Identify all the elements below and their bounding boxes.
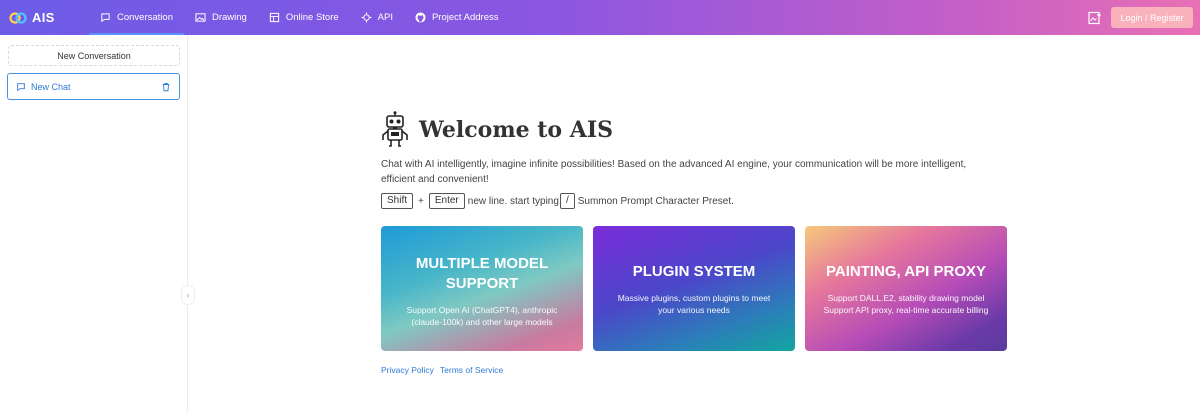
card-desc: Support Open AI (ChatGPT4), anthropic (c… <box>406 304 558 327</box>
top-navigation-bar: AIS Conversation Drawing Online Store AP… <box>0 0 1200 35</box>
login-register-button[interactable]: Login / Register <box>1111 7 1193 28</box>
chat-list-item[interactable]: New Chat <box>7 73 180 100</box>
nav-label: API <box>377 12 393 23</box>
trash-icon[interactable] <box>161 82 171 92</box>
robot-icon <box>382 111 408 147</box>
hint-text-2: Summon Prompt Character Preset. <box>577 195 734 207</box>
nav-label: Project Address <box>431 12 499 23</box>
feature-cards: MULTIPLE MODEL SUPPORT Support Open AI (… <box>381 226 1007 351</box>
github-icon <box>415 12 426 23</box>
nav-conversation[interactable]: Conversation <box>89 0 184 35</box>
kbd-enter: Enter <box>428 193 465 209</box>
api-icon <box>361 12 372 23</box>
feature-card-plugins: PLUGIN SYSTEM Massive plugins, custom pl… <box>593 226 795 351</box>
chevron-left-icon: ‹ <box>186 290 190 300</box>
kbd-shift: Shift <box>381 193 414 209</box>
nav-project-address[interactable]: Project Address <box>404 0 510 35</box>
chat-icon <box>17 82 25 91</box>
plus-sign: + <box>418 195 424 207</box>
store-icon <box>269 12 279 23</box>
brand-name: AIS <box>32 10 55 25</box>
chat-icon <box>101 13 110 23</box>
sidebar: New Conversation New Chat ‹ <box>0 35 195 412</box>
footer-links: Privacy Policy Terms of Service <box>381 365 509 375</box>
nav-label: Conversation <box>117 12 173 23</box>
nav-label: Drawing <box>211 12 247 23</box>
card-desc: Massive plugins, custom plugins to meet … <box>617 292 771 315</box>
brand[interactable]: AIS <box>9 10 89 25</box>
intro-text: Chat with AI intelligently, imagine infi… <box>381 159 967 185</box>
welcome-title: Welcome to AIS <box>419 117 614 143</box>
header-actions: Login / Register <box>1088 7 1193 28</box>
feature-card-painting: PAINTING, API PROXY Support DALL.E2, sta… <box>805 226 1007 351</box>
main-content: Welcome to AIS Chat with AI intelligentl… <box>381 110 1007 375</box>
terms-of-service-link[interactable]: Terms of Service <box>440 365 503 375</box>
nav-label: Online Store <box>285 12 339 23</box>
welcome-header: Welcome to AIS <box>381 110 1007 150</box>
card-title: PAINTING, API PROXY <box>825 262 987 280</box>
card-title: MULTIPLE MODEL SUPPORT <box>415 254 549 292</box>
privacy-policy-link[interactable]: Privacy Policy <box>381 365 434 375</box>
new-conversation-button[interactable]: New Conversation <box>8 45 180 66</box>
chat-title: New Chat <box>31 81 71 92</box>
hint-text-1: new line. start typing <box>467 195 559 207</box>
feature-card-models: MULTIPLE MODEL SUPPORT Support Open AI (… <box>381 226 583 351</box>
nav-drawing[interactable]: Drawing <box>184 0 258 35</box>
image-icon <box>195 13 206 22</box>
kbd-slash: / <box>559 193 575 209</box>
card-desc: Support DALL.E2, stability drawing model… <box>823 292 989 315</box>
keyboard-hint: Shift + Enter new line. start typing / S… <box>381 193 1007 209</box>
logo-icon <box>9 11 27 24</box>
main-nav: Conversation Drawing Online Store API Pr… <box>89 0 510 35</box>
nav-online-store[interactable]: Online Store <box>258 0 350 35</box>
nav-api[interactable]: API <box>350 0 404 35</box>
card-title: PLUGIN SYSTEM <box>632 262 756 280</box>
collapse-sidebar-button[interactable]: ‹ <box>181 285 195 305</box>
image-upload-icon[interactable] <box>1088 11 1102 25</box>
